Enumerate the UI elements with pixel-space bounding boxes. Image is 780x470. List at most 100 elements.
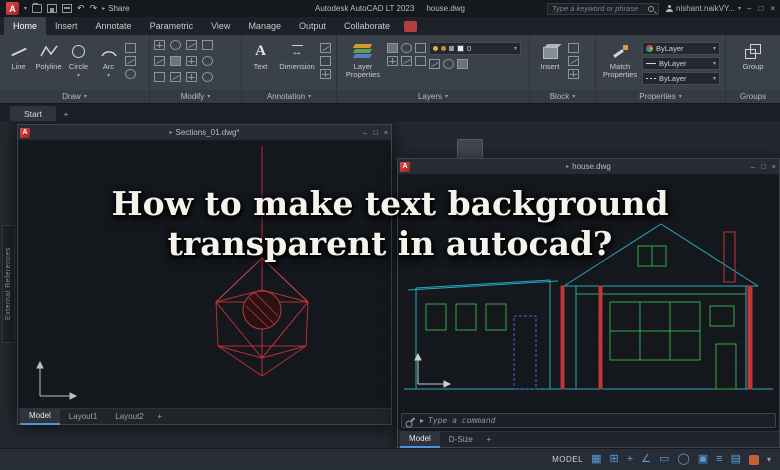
model-space-toggle[interactable]: MODEL	[552, 455, 583, 464]
ribbon-tab-collaborate[interactable]: Collaborate	[335, 17, 399, 35]
plot-icon[interactable]	[62, 4, 73, 13]
command-line[interactable]: ▸	[401, 413, 776, 428]
ortho-mode-icon[interactable]: ∠	[641, 454, 651, 465]
layer-previous-icon[interactable]	[457, 59, 468, 69]
layer-unisolate-icon[interactable]	[443, 59, 454, 69]
panel-label-groups[interactable]: Groups	[726, 90, 780, 103]
open-file-icon[interactable]	[32, 3, 43, 13]
stretch-tool-icon[interactable]	[186, 56, 197, 66]
ribbon-tab-home[interactable]: Home	[4, 17, 47, 35]
layer-freeze-icon[interactable]	[415, 43, 426, 53]
minimize-button[interactable]: –	[747, 4, 751, 13]
array-tool-icon[interactable]	[154, 72, 165, 82]
lineweight-display-icon[interactable]: ≡	[716, 454, 722, 465]
snap-tracking-icon[interactable]: ◯	[677, 454, 689, 465]
maximize-button[interactable]: □	[758, 4, 763, 13]
search-input[interactable]	[552, 4, 645, 13]
command-input[interactable]	[428, 416, 770, 425]
layer-state-icon[interactable]	[429, 59, 440, 69]
define-attributes-icon[interactable]	[568, 69, 579, 79]
ribbon-tab-manage[interactable]: Manage	[239, 17, 290, 35]
panel-label-properties[interactable]: Properties ▾	[596, 90, 725, 103]
ellipse-tool-icon[interactable]	[125, 69, 136, 79]
panel-label-modify[interactable]: Modify ▾	[150, 90, 241, 103]
ribbon-tab-insert[interactable]: Insert	[46, 17, 87, 35]
layer-dropdown[interactable]: 0 ▾	[429, 42, 521, 55]
object-color-dropdown[interactable]: ByLayer ▾	[642, 42, 720, 55]
signed-in-user[interactable]: nishant.naikVY... ▾	[665, 4, 741, 13]
search-icon[interactable]	[648, 5, 654, 12]
layout-tab-model[interactable]: Model	[400, 431, 440, 448]
tab-start[interactable]: Start	[10, 106, 56, 121]
model-space-canvas[interactable]	[398, 174, 779, 412]
tool-polyline[interactable]: Polyline	[35, 38, 62, 91]
external-references-palette-tab[interactable]: External References	[2, 225, 15, 343]
ribbon-tab-output[interactable]: Output	[290, 17, 335, 35]
undo-icon[interactable]: ↶	[77, 4, 85, 13]
close-button[interactable]: ×	[770, 4, 775, 13]
linetype-dropdown[interactable]: ByLayer ▾	[642, 72, 720, 85]
tool-line[interactable]: Line	[5, 38, 32, 91]
trim-tool-icon[interactable]	[186, 40, 197, 50]
hatch-tool-icon[interactable]	[125, 56, 136, 66]
table-tool-icon[interactable]	[320, 56, 331, 66]
notification-icon[interactable]	[748, 454, 759, 465]
leader-tool-icon[interactable]	[320, 43, 331, 53]
tool-text[interactable]: A Text	[247, 38, 274, 91]
window-titlebar[interactable]: A ▸ house.dwg – □ ×	[398, 159, 779, 174]
layer-lock-icon[interactable]	[387, 56, 398, 66]
grid-display-icon[interactable]: ▦	[591, 454, 601, 465]
close-button[interactable]: ×	[772, 162, 776, 171]
minimize-button[interactable]: –	[363, 128, 367, 137]
polar-tracking-icon[interactable]: +	[627, 454, 633, 465]
layout-tab-model[interactable]: Model	[20, 408, 60, 425]
redo-icon[interactable]: ↷	[90, 4, 98, 13]
rectangle-tool-icon[interactable]	[125, 43, 136, 53]
tool-dimension[interactable]: ↔ Dimension	[277, 38, 317, 91]
create-block-icon[interactable]	[568, 43, 579, 53]
express-tools-icon[interactable]	[404, 21, 418, 32]
copy-tool-icon[interactable]	[202, 40, 213, 50]
move-tool-icon[interactable]	[154, 40, 165, 50]
maximize-button[interactable]: □	[761, 162, 766, 171]
app-menu-chevron-icon[interactable]: ▾	[24, 6, 27, 12]
isometric-drafting-icon[interactable]: ▣	[698, 454, 708, 465]
layer-isolate-icon[interactable]	[401, 43, 412, 53]
ribbon-tab-parametric[interactable]: Parametric	[141, 17, 203, 35]
tool-insert[interactable]: Insert	[535, 38, 565, 91]
autocad-logo-icon[interactable]: A	[6, 2, 19, 15]
share-button[interactable]: ▸ Share	[102, 4, 129, 13]
mirror-tool-icon[interactable]	[154, 56, 165, 66]
customization-chevron-icon[interactable]: ▾	[767, 455, 771, 464]
ribbon-tab-annotate[interactable]: Annotate	[87, 17, 141, 35]
panel-label-block[interactable]: Block ▾	[530, 90, 595, 103]
layout-tab-layout1[interactable]: Layout1	[60, 409, 106, 425]
edit-attributes-icon[interactable]	[568, 56, 579, 66]
panel-label-annotation[interactable]: Annotation ▾	[242, 90, 336, 103]
panel-label-layers[interactable]: Layers ▾	[337, 90, 529, 103]
maximize-button[interactable]: □	[373, 128, 378, 137]
layout-tab-layout2[interactable]: Layout2	[106, 409, 152, 425]
snap-mode-icon[interactable]: ⊞	[610, 454, 619, 465]
save-icon[interactable]	[47, 4, 58, 13]
fillet-tool-icon[interactable]	[170, 56, 181, 66]
minimize-button[interactable]: –	[751, 162, 755, 171]
window-titlebar[interactable]: A ▸ Sections_01.dwg* – □ ×	[18, 125, 391, 140]
explode-tool-icon[interactable]	[202, 72, 213, 82]
object-snap-icon[interactable]: ▭	[659, 454, 669, 465]
new-layout-button[interactable]: +	[153, 412, 167, 421]
tool-group[interactable]: Group	[736, 38, 770, 91]
tool-layer-properties[interactable]: Layer Properties	[342, 38, 384, 91]
layout-tab-dsize[interactable]: D-Size	[440, 432, 482, 448]
rotate-tool-icon[interactable]	[170, 40, 181, 50]
tool-circle[interactable]: Circle ▾	[65, 38, 92, 91]
help-search[interactable]	[547, 2, 659, 15]
scale-tool-icon[interactable]	[202, 56, 213, 66]
ribbon-tab-view[interactable]: View	[202, 17, 239, 35]
new-layout-button[interactable]: +	[482, 435, 496, 444]
tool-match-properties[interactable]: Match Properties	[601, 38, 639, 91]
layer-off-icon[interactable]	[387, 43, 398, 53]
erase-tool-icon[interactable]	[186, 72, 197, 82]
layer-walk-icon[interactable]	[415, 56, 426, 66]
layer-match-icon[interactable]	[401, 56, 412, 66]
